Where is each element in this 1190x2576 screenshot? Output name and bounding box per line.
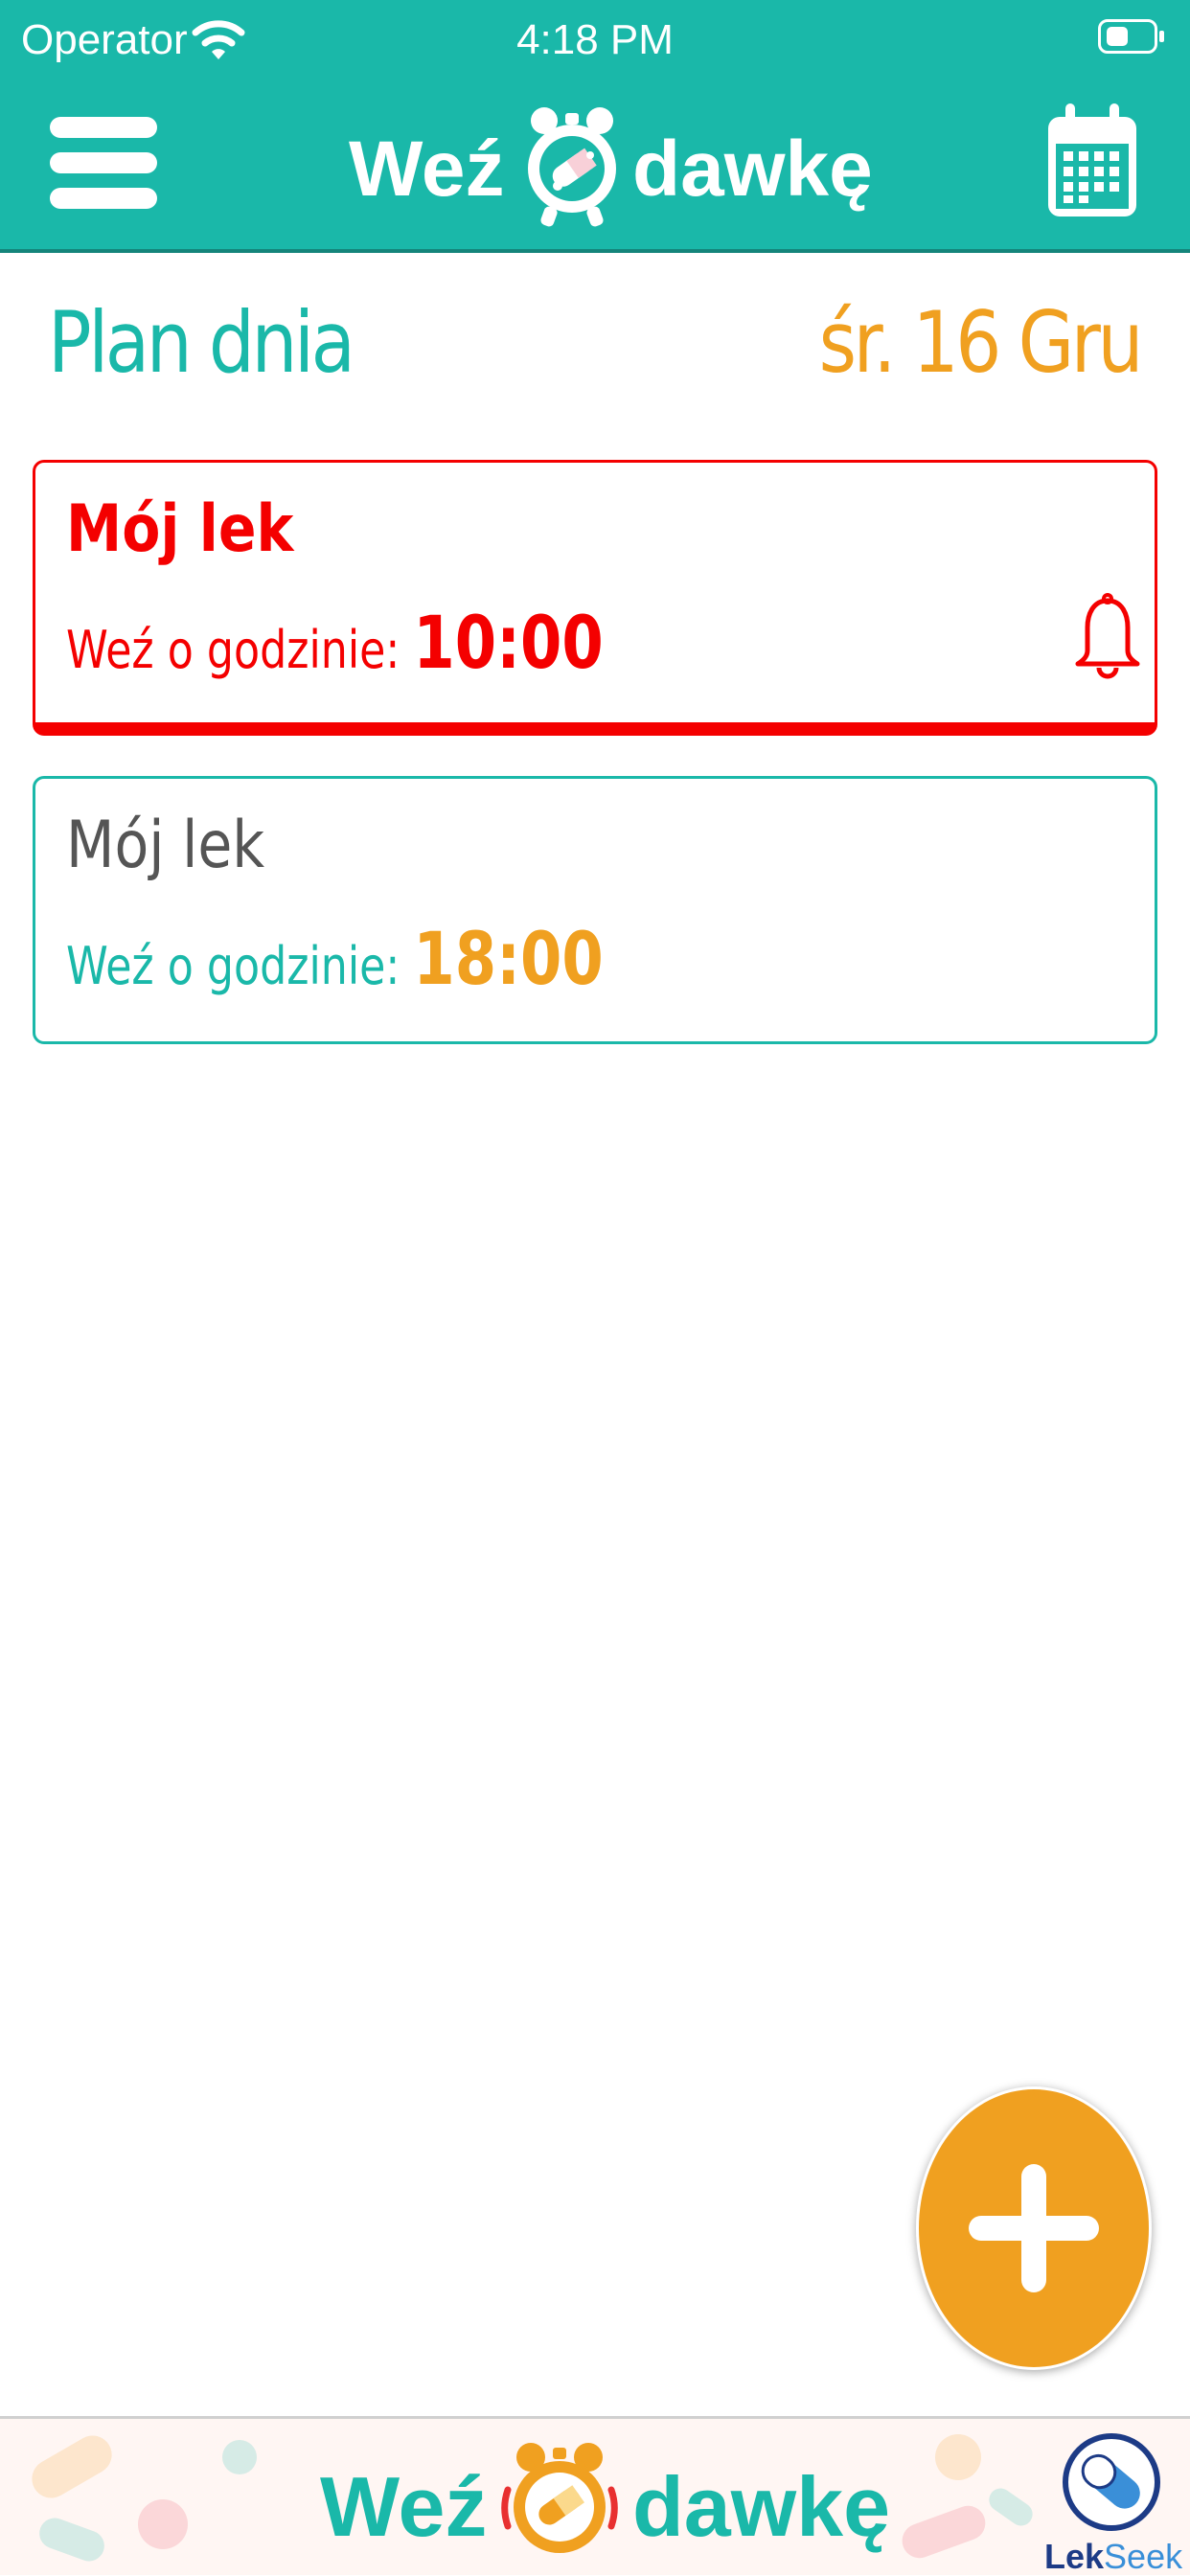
footer-logo-word-left: Weź bbox=[320, 2459, 488, 2554]
dose-time: 18:00 bbox=[413, 916, 604, 1001]
medication-name: Mój lek bbox=[66, 808, 265, 883]
dose-card[interactable]: Mój lek Weź o godzinie: 18:00 bbox=[33, 776, 1157, 1044]
footer-logo[interactable]: Weź dawkę bbox=[316, 2434, 890, 2568]
logo-word-right: dawkę bbox=[632, 125, 873, 213]
menu-bar-line bbox=[50, 188, 157, 209]
lekseek-word-a: Lek bbox=[1044, 2537, 1105, 2576]
medication-name: Mój lek bbox=[66, 491, 294, 567]
lekseek-logo[interactable]: LekSeek bbox=[1044, 2428, 1182, 2576]
battery-icon bbox=[1098, 19, 1164, 54]
capsule-badge-icon bbox=[1063, 2433, 1160, 2531]
calendar-icon[interactable] bbox=[1044, 102, 1140, 220]
alarm-clock-pill-icon bbox=[501, 2443, 618, 2553]
app-logo: Weź dawkę bbox=[345, 98, 873, 232]
page-title: Plan dnia bbox=[48, 293, 355, 392]
menu-button[interactable] bbox=[50, 111, 157, 215]
dose-card[interactable]: Mój lek Weź o godzinie: 10:00 bbox=[33, 460, 1157, 736]
footer-banner: Weź dawkę LekSeek bbox=[0, 2416, 1190, 2576]
dose-time-label: Weź o godzinie: bbox=[66, 620, 414, 680]
dose-time-line: Weź o godzinie: 10:00 bbox=[66, 604, 604, 689]
status-bar: Operator 4:18 PM bbox=[0, 0, 1190, 80]
add-medication-button[interactable] bbox=[916, 2086, 1152, 2370]
nav-bar: Weź dawkę bbox=[0, 80, 1190, 253]
footer-logo-word-right: dawkę bbox=[632, 2459, 891, 2554]
menu-bar-line bbox=[50, 117, 157, 138]
menu-bar-line bbox=[50, 152, 157, 173]
lekseek-word-b: Seek bbox=[1104, 2537, 1183, 2576]
lekseek-wordmark: LekSeek bbox=[1044, 2537, 1183, 2576]
current-date[interactable]: śr. 16 Gru bbox=[819, 293, 1144, 393]
bell-icon[interactable] bbox=[1074, 593, 1141, 685]
dose-time-line: Weź o godzinie: 18:00 bbox=[66, 921, 604, 1005]
dose-time-label: Weź o godzinie: bbox=[66, 936, 414, 996]
logo-word-left: Weź bbox=[349, 125, 505, 213]
dose-time: 10:00 bbox=[413, 600, 604, 685]
clock-label: 4:18 PM bbox=[516, 16, 674, 63]
alarm-clock-pill-icon bbox=[528, 107, 616, 227]
